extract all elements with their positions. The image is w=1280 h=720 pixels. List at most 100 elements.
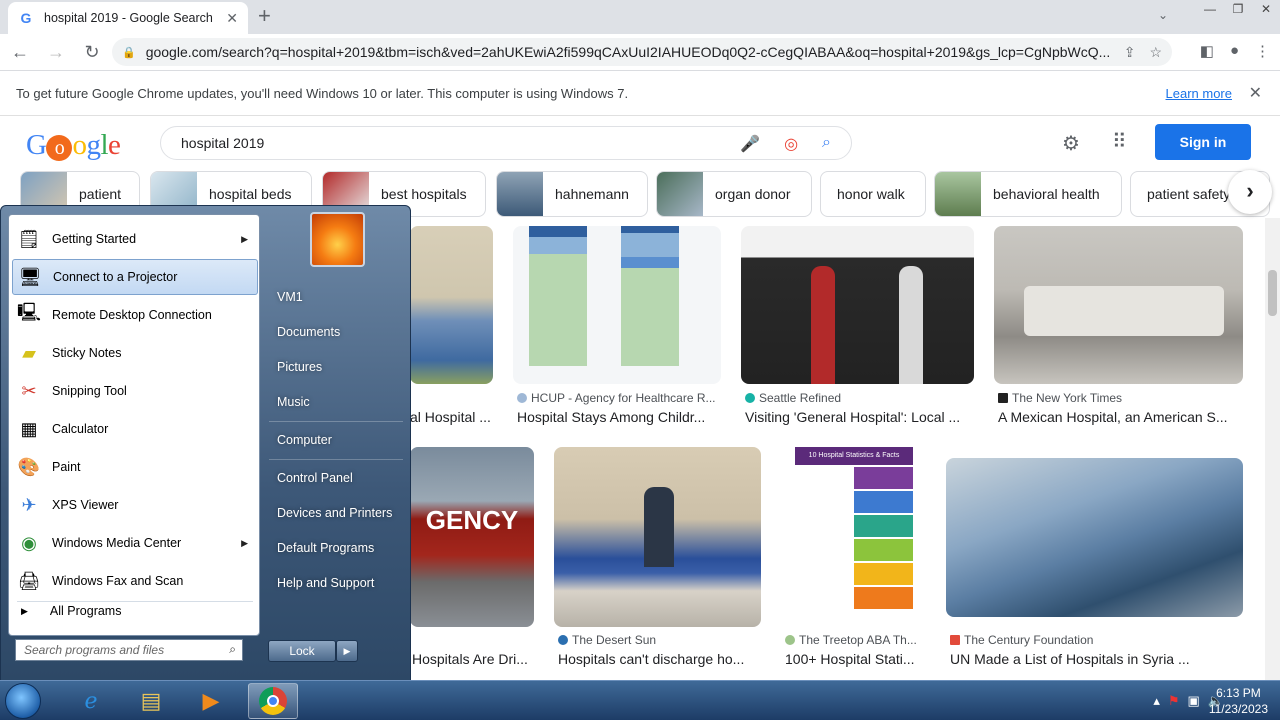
link-computer[interactable]: Computer xyxy=(277,433,332,447)
google-apps-icon[interactable]: ⠿ xyxy=(1112,129,1127,154)
program-xps-viewer[interactable]: ✈ XPS Viewer xyxy=(12,487,258,523)
close-infobar-icon[interactable]: ✕ xyxy=(1249,83,1262,103)
scrollbar-thumb[interactable] xyxy=(1268,270,1277,316)
result-source: The New York Times xyxy=(998,391,1242,405)
network-icon[interactable]: ▣ xyxy=(1188,693,1200,709)
search-query: hospital 2019 xyxy=(181,135,265,151)
show-hidden-icons-icon[interactable]: ▴ xyxy=(1153,693,1160,709)
result-caption[interactable]: Hospitals can't discharge ho... xyxy=(558,651,760,667)
lock-icon[interactable]: 🔒 xyxy=(122,46,136,59)
link-default-programs[interactable]: Default Programs xyxy=(277,541,374,555)
search-icon[interactable]: ⌕ xyxy=(822,134,831,154)
file-explorer-icon[interactable]: ▤ xyxy=(126,683,176,719)
side-panel-icon[interactable]: ◧ xyxy=(1200,42,1214,60)
chip-thumbnail xyxy=(657,172,703,216)
back-button[interactable]: ← xyxy=(4,42,36,63)
chip-honor-walk[interactable]: honor walk xyxy=(820,171,926,217)
program-getting-started[interactable]: 🗒 Getting Started ▶ xyxy=(12,221,258,257)
result-image[interactable] xyxy=(410,226,493,384)
result-image[interactable] xyxy=(554,447,761,627)
action-center-icon[interactable]: ⚑ xyxy=(1168,693,1180,709)
chip-thumbnail xyxy=(935,172,981,216)
search-input[interactable]: hospital 2019 🎤 ◎ ⌕ xyxy=(160,126,852,160)
system-clock[interactable]: 6:13 PM 11/23/2023 xyxy=(1209,685,1268,717)
result-caption[interactable]: UN Made a List of Hospitals in Syria ... xyxy=(950,651,1242,667)
browser-tab[interactable]: G hospital 2019 - Google Search ✕ xyxy=(8,2,248,34)
settings-gear-icon[interactable]: ⚙ xyxy=(1062,131,1080,156)
chip-behavioral-health[interactable]: behavioral health xyxy=(934,171,1122,217)
close-window-button[interactable]: ✕ xyxy=(1252,0,1280,20)
lens-icon[interactable]: ◎ xyxy=(784,134,798,154)
link-pictures[interactable]: Pictures xyxy=(277,360,322,374)
result-image[interactable] xyxy=(946,458,1243,617)
link-music[interactable]: Music xyxy=(277,395,310,409)
start-menu-programs-pane: 🗒 Getting Started ▶ 🖥 Connect to a Projecto… xyxy=(8,214,260,636)
result-caption[interactable]: Hospitals Are Dri... xyxy=(412,651,534,667)
menu-icon[interactable]: ⋮ xyxy=(1255,42,1270,60)
page-scrollbar[interactable] xyxy=(1265,218,1280,680)
result-source: The Treetop ABA Th... xyxy=(785,633,925,647)
program-calculator[interactable]: ▦ Calculator xyxy=(12,411,258,447)
remote-desktop-icon: 🖳 xyxy=(16,302,41,322)
result-caption[interactable]: al Hospital ... xyxy=(410,409,494,425)
start-menu: 🗒 Getting Started ▶ 🖥 Connect to a Projecto… xyxy=(0,205,411,681)
lock-button[interactable]: Lock xyxy=(268,640,336,662)
program-windows-fax-scan[interactable]: 🖨 Windows Fax and Scan xyxy=(12,563,258,599)
link-user[interactable]: VM1 xyxy=(277,290,303,304)
media-player-icon[interactable]: ▶ xyxy=(186,683,236,719)
chip-hahnemann[interactable]: hahnemann xyxy=(496,171,648,217)
all-programs-button[interactable]: ▶ All Programs xyxy=(21,604,121,618)
program-connect-to-projector[interactable]: 🖥 Connect to a Projector xyxy=(12,259,258,295)
sign-in-button[interactable]: Sign in xyxy=(1155,124,1251,160)
program-windows-media-center[interactable]: ◉ Windows Media Center ▶ xyxy=(12,525,258,561)
start-search-input[interactable]: Search programs and files ⌕ xyxy=(15,639,243,661)
clock-time: 6:13 PM xyxy=(1216,686,1261,700)
program-remote-desktop[interactable]: 🖳 Remote Desktop Connection xyxy=(12,297,258,333)
search-icon[interactable]: ⌕ xyxy=(229,642,236,657)
program-snipping-tool[interactable]: ✂ Snipping Tool xyxy=(12,373,258,409)
reload-button[interactable]: ↻ xyxy=(76,42,108,63)
chip-organ-donor[interactable]: organ donor xyxy=(656,171,812,217)
forward-button[interactable]: → xyxy=(40,42,72,63)
user-picture[interactable] xyxy=(310,212,365,267)
program-paint[interactable]: 🎨 Paint xyxy=(12,449,258,485)
getting-started-icon: 🗒 xyxy=(17,228,41,249)
result-image[interactable] xyxy=(513,226,721,384)
profile-icon[interactable]: ● xyxy=(1230,42,1239,60)
new-tab-button[interactable]: + xyxy=(258,5,271,27)
minimize-button[interactable]: — xyxy=(1196,0,1224,20)
chip-thumbnail xyxy=(497,172,543,216)
share-icon[interactable]: ⇪ xyxy=(1124,44,1136,61)
result-caption[interactable]: 100+ Hospital Stati... xyxy=(785,651,925,667)
chevron-right-icon[interactable]: › xyxy=(1228,170,1272,214)
link-control-panel[interactable]: Control Panel xyxy=(277,471,353,485)
result-image[interactable]: GENCY xyxy=(410,447,534,627)
start-orb-icon[interactable] xyxy=(5,683,41,719)
link-documents[interactable]: Documents xyxy=(277,325,340,339)
result-image[interactable] xyxy=(994,226,1243,384)
result-caption[interactable]: A Mexican Hospital, an American S... xyxy=(998,409,1242,425)
restore-button[interactable]: ❐ xyxy=(1224,0,1252,20)
tab-strip: G hospital 2019 - Google Search ✕ + ⌄ — … xyxy=(0,0,1280,34)
program-sticky-notes[interactable]: ▰ Sticky Notes xyxy=(12,335,258,371)
shutdown-options-arrow-icon[interactable]: ▶ xyxy=(336,640,358,662)
close-tab-icon[interactable]: ✕ xyxy=(226,10,238,27)
learn-more-link[interactable]: Learn more xyxy=(1166,86,1232,101)
result-caption[interactable]: Visiting 'General Hospital': Local ... xyxy=(745,409,973,425)
link-help-support[interactable]: Help and Support xyxy=(277,576,374,590)
chrome-taskbar-button[interactable] xyxy=(248,683,298,719)
voice-search-icon[interactable]: 🎤 xyxy=(740,134,760,154)
bookmark-star-icon[interactable]: ☆ xyxy=(1149,44,1162,61)
address-bar[interactable]: 🔒 google.com/search?q=hospital+2019&tbm=… xyxy=(112,38,1172,66)
window-controls: — ❐ ✕ xyxy=(1196,0,1280,20)
result-image[interactable] xyxy=(741,226,974,384)
result-image[interactable]: 10 Hospital Statistics & Facts xyxy=(781,447,926,627)
paint-icon: 🎨 xyxy=(17,456,41,477)
tab-search-icon[interactable]: ⌄ xyxy=(1158,8,1168,22)
google-doodle-logo[interactable]: Go ogle xyxy=(26,129,121,162)
internet-explorer-icon[interactable]: ℯ xyxy=(66,683,116,719)
result-caption[interactable]: Hospital Stays Among Childr... xyxy=(517,409,721,425)
url-text: google.com/search?q=hospital+2019&tbm=is… xyxy=(145,44,1110,60)
link-devices-printers[interactable]: Devices and Printers xyxy=(277,506,392,520)
projector-icon: 🖥 xyxy=(18,266,42,287)
